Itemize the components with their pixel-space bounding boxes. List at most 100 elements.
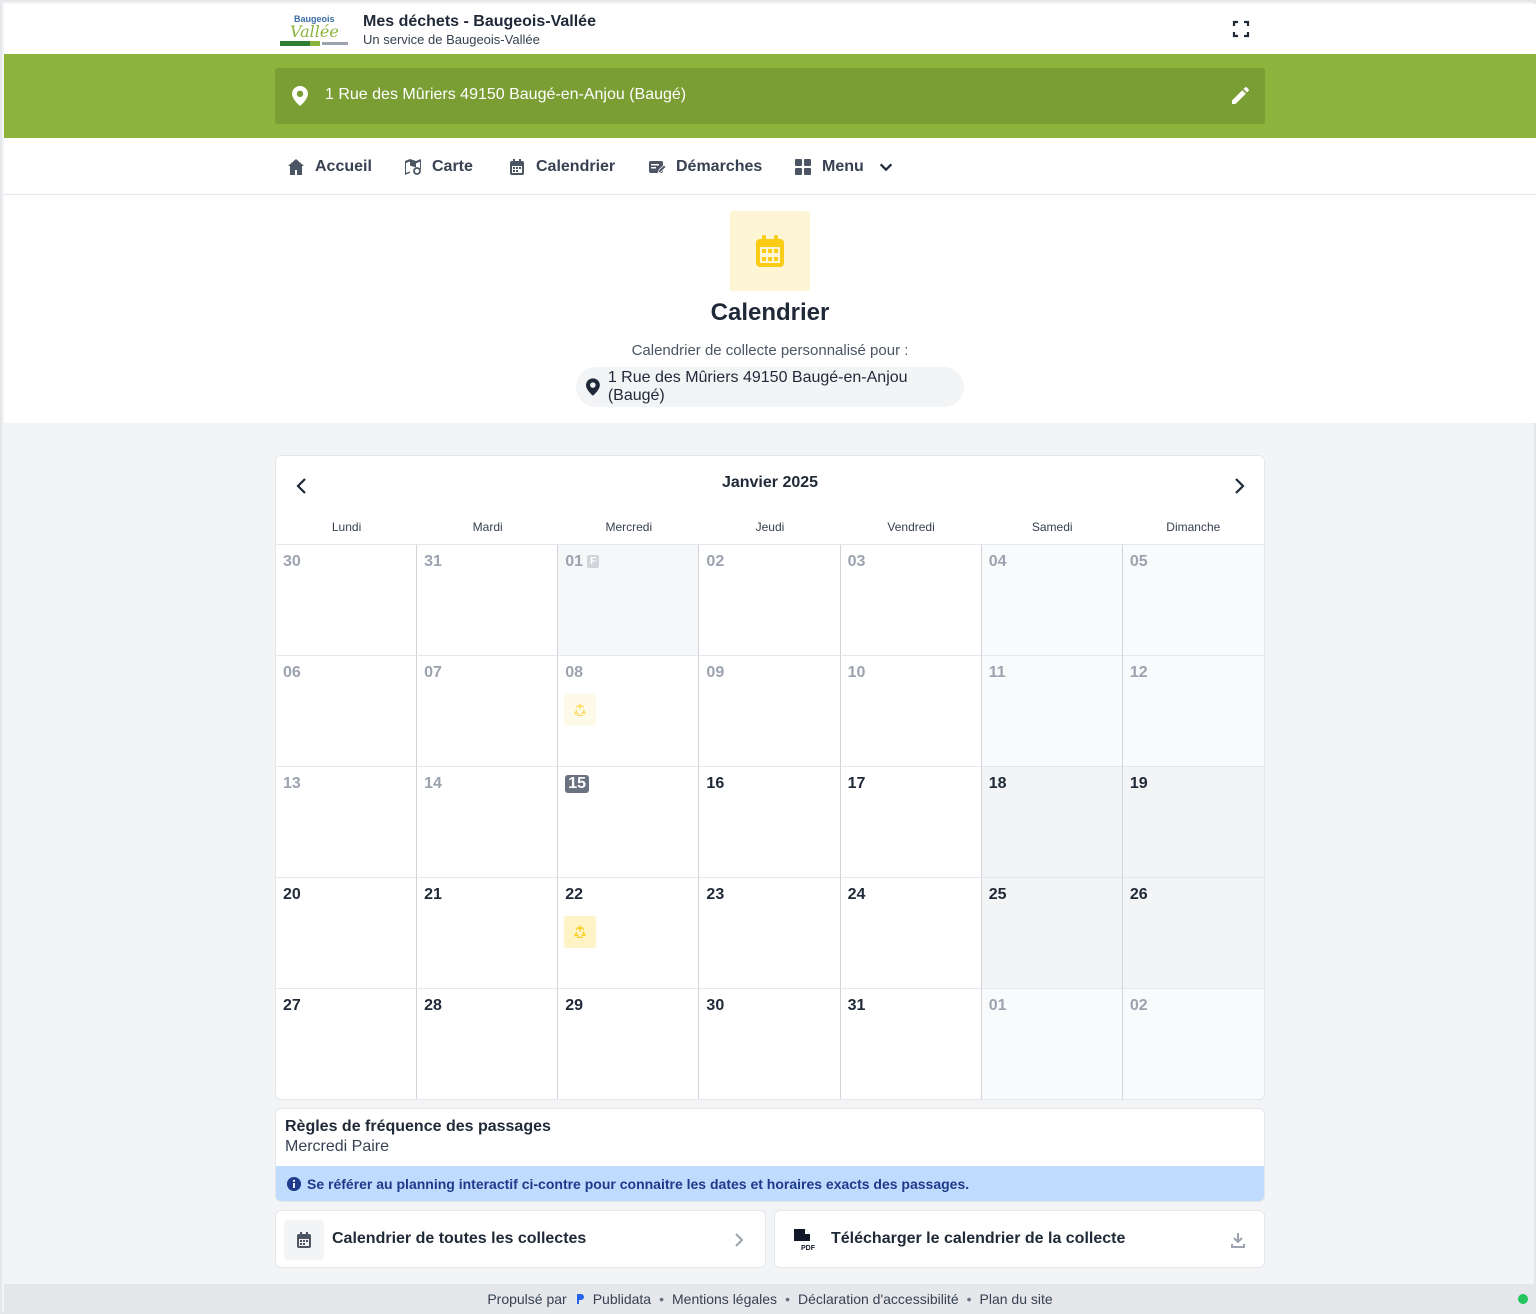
day-number: 10	[847, 664, 866, 681]
all-collections-link[interactable]: Calendrier de toutes les collectes	[275, 1210, 766, 1268]
page-frame: Baugeois Vallée Mes déchets - Baugeois-V…	[0, 0, 1536, 1314]
download-calendar-link[interactable]: PDF Télécharger le calendrier de la coll…	[774, 1210, 1265, 1268]
day-number: 25	[988, 886, 1007, 903]
baugeois-vallee-logo[interactable]: Baugeois Vallée	[280, 13, 350, 49]
hero-calendar-icon	[730, 211, 810, 291]
calendar-day[interactable]: 31	[841, 989, 982, 1099]
nav-carte[interactable]: Carte	[404, 156, 473, 178]
calendar-day[interactable]: 10	[840, 656, 982, 767]
map-icon	[405, 159, 421, 175]
calendar-grid: 30 31 01 F 02 03 04 05 06 07 08 09 10 11 12 13 14 15 16 17 1…	[276, 544, 1264, 1099]
svg-text:Vallée: Vallée	[290, 22, 339, 41]
nav-label: Carte	[432, 158, 473, 175]
page-hero: Calendrier Calendrier de collecte person…	[4, 195, 1536, 423]
day-number: 30	[283, 553, 301, 570]
calendar-day[interactable]: 01 F	[558, 545, 700, 656]
calendar-day[interactable]: 29	[558, 989, 700, 1099]
calendar-day[interactable]: 13	[276, 767, 418, 878]
calendar-day[interactable]: 15	[558, 767, 700, 878]
calendar-day[interactable]: 25	[981, 878, 1123, 989]
day-number: 12	[1129, 664, 1148, 681]
calendar-day[interactable]: 30	[699, 989, 841, 1099]
calendar-day[interactable]: 11	[981, 656, 1123, 767]
calendar-day[interactable]: 19	[1122, 767, 1264, 878]
calendar-day[interactable]: 01	[981, 989, 1123, 1099]
weekday-label: Lundi	[331, 520, 362, 534]
day-number: 27	[283, 997, 301, 1014]
form-edit-icon	[649, 161, 666, 174]
day-number: 06	[283, 664, 301, 681]
calendar-day[interactable]: 28	[417, 989, 559, 1099]
rules-value: Mercredi Paire	[285, 1138, 390, 1155]
day-number: 30	[706, 997, 725, 1014]
info-icon	[287, 1177, 301, 1191]
calendar-day[interactable]: 31	[417, 545, 559, 656]
nav-calendrier[interactable]: Calendrier	[508, 156, 615, 178]
info-banner: Se référer au planning interactif ci-con…	[276, 1166, 1264, 1201]
calendar-month: Janvier 2025	[721, 474, 819, 491]
day-number: 04	[988, 553, 1007, 570]
calendar-day[interactable]: 17	[840, 767, 982, 878]
recycling-collection-icon[interactable]	[564, 916, 597, 948]
publidata-logo-icon	[576, 1294, 584, 1304]
pencil-icon[interactable]	[1230, 86, 1250, 106]
day-number: 18	[988, 775, 1007, 792]
fullscreen-icon[interactable]	[1231, 19, 1251, 39]
nav-accueil[interactable]: Accueil	[287, 156, 372, 178]
chevron-right-icon[interactable]	[1227, 474, 1251, 498]
day-number: 22	[565, 886, 584, 903]
day-number: 31	[847, 997, 866, 1014]
download-icon	[1231, 1233, 1245, 1248]
calendar-day[interactable]: 02	[1122, 989, 1264, 1099]
calendar-day[interactable]: 08	[558, 656, 700, 767]
calendar-day[interactable]: 18	[981, 767, 1123, 878]
nav-label: Accueil	[315, 158, 372, 175]
calendar-day[interactable]: 16	[699, 767, 841, 878]
chevron-down-icon	[879, 163, 892, 172]
calendar-day[interactable]: 21	[417, 878, 559, 989]
day-number: 23	[706, 886, 725, 903]
day-number: 13	[283, 775, 301, 792]
calendar-day[interactable]: 12	[1122, 656, 1264, 767]
pdf-icon: PDF	[794, 1229, 815, 1252]
nav-menu[interactable]: Menu	[794, 156, 894, 178]
today-date: 15	[565, 775, 590, 793]
sitemap-link[interactable]: Plan du site	[980, 1291, 1053, 1307]
publidata-link[interactable]: Publidata	[593, 1291, 651, 1307]
calendar-day[interactable]: 14	[417, 767, 559, 878]
map-pin-icon	[586, 378, 600, 396]
calendar-day[interactable]: 02	[699, 545, 841, 656]
calendar-day[interactable]: 27	[276, 989, 418, 1099]
calendar-day[interactable]: 20	[276, 878, 418, 989]
calendar-day[interactable]: 22	[558, 878, 700, 989]
accessibility-link[interactable]: Déclaration d'accessibilité	[798, 1291, 959, 1307]
address-selector[interactable]: 1 Rue des Mûriers 49150 Baugé-en-Anjou (…	[275, 68, 1265, 124]
day-number: 16	[706, 775, 725, 792]
calendar-day[interactable]: 24	[840, 878, 982, 989]
calendar-day[interactable]: 26	[1122, 878, 1264, 989]
calendar-day[interactable]: 09	[699, 656, 841, 767]
weekday-label: Samedi	[1031, 520, 1073, 534]
calendar-day[interactable]: 04	[981, 545, 1123, 656]
nav-demarches[interactable]: Démarches	[648, 156, 762, 178]
day-number: 31	[424, 553, 442, 570]
page-title: Calendrier	[710, 299, 830, 326]
calendar-day[interactable]: 06	[276, 656, 418, 767]
site-subtitle: Un service de Baugeois-Vallée	[363, 32, 540, 47]
collection-calendar: Janvier 2025 Lundi Mardi Mercredi Jeudi …	[275, 455, 1265, 1100]
calendar-icon	[284, 1220, 324, 1260]
separator: •	[659, 1291, 664, 1307]
legal-link[interactable]: Mentions légales	[672, 1291, 777, 1307]
calendar-day[interactable]: 23	[699, 878, 841, 989]
all-collections-label: Calendrier de toutes les collectes	[332, 1230, 587, 1247]
powered-by-text: Propulsé par	[487, 1291, 567, 1307]
rules-title: Règles de fréquence des passages	[285, 1118, 551, 1135]
calendar-day[interactable]: 03	[840, 545, 982, 656]
calendar-day[interactable]: 30	[276, 545, 418, 656]
day-number: 09	[706, 664, 725, 681]
calendar-day[interactable]: 07	[417, 656, 559, 767]
download-label: Télécharger le calendrier de la collecte	[831, 1230, 1126, 1247]
nav-label: Démarches	[676, 158, 763, 175]
calendar-day[interactable]: 05	[1122, 545, 1264, 656]
recycling-collection-icon[interactable]	[564, 694, 597, 726]
